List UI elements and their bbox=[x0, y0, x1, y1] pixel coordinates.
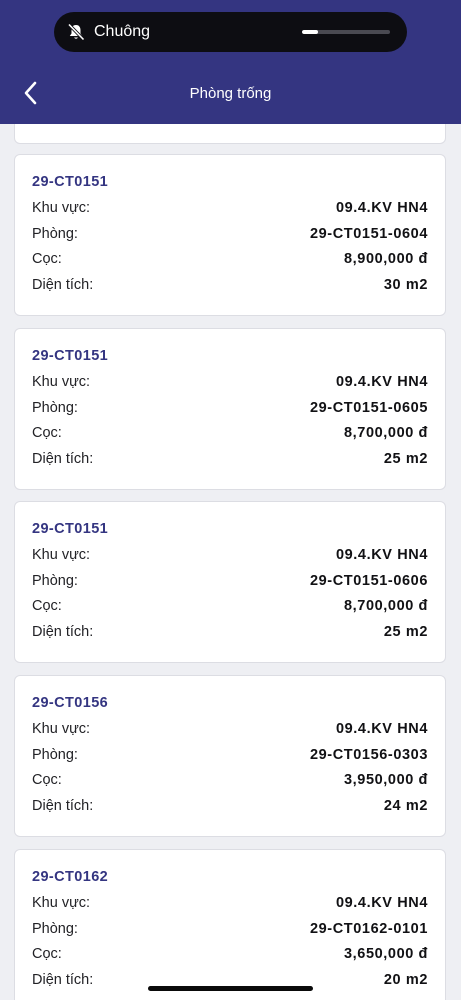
room-row: Phòng: 29-CT0151-0604 bbox=[32, 224, 428, 244]
room-card[interactable]: 29-CT0151 Khu vực: 09.4.KV HN4 Phòng: 29… bbox=[14, 501, 446, 663]
room-value: 29-CT0151-0604 bbox=[309, 226, 428, 242]
volume-bar bbox=[302, 30, 390, 34]
room-value: 29-CT0151-0605 bbox=[309, 400, 428, 416]
deposit-label: Cọc: bbox=[32, 425, 62, 441]
deposit-row: Cọc: 3,650,000 đ bbox=[32, 944, 428, 964]
size-label: Diện tích: bbox=[32, 451, 94, 467]
area-row: Khu vực: 09.4.KV HN4 bbox=[32, 372, 428, 392]
room-card[interactable]: 29-CT0156 Khu vực: 09.4.KV HN4 Phòng: 29… bbox=[14, 675, 446, 837]
deposit-label: Cọc: bbox=[32, 598, 62, 614]
room-label: Phòng: bbox=[32, 573, 78, 589]
size-label: Diện tích: bbox=[32, 798, 94, 814]
room-row: Phòng: 29-CT0156-0303 bbox=[32, 745, 428, 765]
deposit-value: 8,700,000 đ bbox=[344, 598, 428, 614]
area-label: Khu vực: bbox=[32, 374, 91, 390]
area-row: Khu vực: 09.4.KV HN4 bbox=[32, 545, 428, 565]
bell-slash-icon bbox=[67, 23, 85, 41]
area-value: 09.4.KV HN4 bbox=[335, 721, 428, 737]
deposit-value: 8,900,000 đ bbox=[344, 251, 428, 267]
deposit-row: Cọc: 8,700,000 đ bbox=[32, 596, 428, 616]
building-code: 29-CT0162 bbox=[32, 869, 109, 885]
home-indicator[interactable] bbox=[148, 986, 313, 991]
deposit-row: Cọc: 3,950,000 đ bbox=[32, 770, 428, 790]
area-row: Khu vực: 09.4.KV HN4 bbox=[32, 719, 428, 739]
deposit-value: 8,700,000 đ bbox=[344, 425, 428, 441]
room-label: Phòng: bbox=[32, 400, 78, 416]
size-value: 20 m2 bbox=[383, 972, 428, 988]
building-code: 29-CT0156 bbox=[32, 695, 109, 711]
deposit-label: Cọc: bbox=[32, 946, 62, 962]
room-card[interactable]: 29-CT0151 Khu vực: 09.4.KV HN4 Phòng: 29… bbox=[14, 328, 446, 490]
room-value: 29-CT0162-0101 bbox=[309, 921, 428, 937]
room-card[interactable]: 29-CT0162 Khu vực: 09.4.KV HN4 Phòng: 29… bbox=[14, 849, 446, 1000]
area-value: 09.4.KV HN4 bbox=[335, 200, 428, 216]
room-value: 29-CT0156-0303 bbox=[309, 747, 428, 763]
size-row: Diện tích: 25 m2 bbox=[32, 622, 428, 642]
room-label: Phòng: bbox=[32, 921, 78, 937]
size-value: 25 m2 bbox=[383, 451, 428, 467]
deposit-row: Cọc: 8,900,000 đ bbox=[32, 249, 428, 269]
area-row: Khu vực: 09.4.KV HN4 bbox=[32, 893, 428, 913]
deposit-label: Cọc: bbox=[32, 251, 62, 267]
size-label: Diện tích: bbox=[32, 972, 94, 988]
size-value: 30 m2 bbox=[383, 277, 428, 293]
size-value: 24 m2 bbox=[383, 798, 428, 814]
app-header: Chuông Phòng trống bbox=[0, 0, 461, 124]
building-code: 29-CT0151 bbox=[32, 348, 109, 364]
room-card[interactable]: 29-CT0151 Khu vực: 09.4.KV HN4 Phòng: 29… bbox=[14, 154, 446, 316]
page-title: Phòng trống bbox=[189, 85, 272, 102]
silent-mode-notification: Chuông bbox=[54, 12, 407, 52]
room-label: Phòng: bbox=[32, 747, 78, 763]
area-value: 09.4.KV HN4 bbox=[335, 895, 428, 911]
building-code: 29-CT0151 bbox=[32, 174, 109, 190]
size-value: 25 m2 bbox=[383, 624, 428, 640]
room-value: 29-CT0151-0606 bbox=[309, 573, 428, 589]
building-code: 29-CT0151 bbox=[32, 521, 109, 537]
area-label: Khu vực: bbox=[32, 895, 91, 911]
deposit-value: 3,950,000 đ bbox=[344, 772, 428, 788]
area-value: 09.4.KV HN4 bbox=[335, 374, 428, 390]
area-label: Khu vực: bbox=[32, 547, 91, 563]
volume-bar-fill bbox=[302, 30, 318, 34]
area-label: Khu vực: bbox=[32, 721, 91, 737]
size-label: Diện tích: bbox=[32, 277, 94, 293]
room-row: Phòng: 29-CT0151-0605 bbox=[32, 398, 428, 418]
size-row: Diện tích: 24 m2 bbox=[32, 796, 428, 816]
deposit-label: Cọc: bbox=[32, 772, 62, 788]
room-list[interactable]: 29-CT0151 Khu vực: 09.4.KV HN4 Phòng: 29… bbox=[0, 124, 461, 1000]
room-row: Phòng: 29-CT0162-0101 bbox=[32, 919, 428, 939]
silent-mode-label: Chuông bbox=[94, 23, 151, 40]
room-card-partial[interactable] bbox=[14, 124, 446, 144]
deposit-row: Cọc: 8,700,000 đ bbox=[32, 423, 428, 443]
deposit-value: 3,650,000 đ bbox=[344, 946, 428, 962]
area-row: Khu vực: 09.4.KV HN4 bbox=[32, 198, 428, 218]
size-label: Diện tích: bbox=[32, 624, 94, 640]
area-label: Khu vực: bbox=[32, 200, 91, 216]
area-value: 09.4.KV HN4 bbox=[335, 547, 428, 563]
size-row: Diện tích: 25 m2 bbox=[32, 449, 428, 469]
size-row: Diện tích: 30 m2 bbox=[32, 275, 428, 295]
room-label: Phòng: bbox=[32, 226, 78, 242]
room-row: Phòng: 29-CT0151-0606 bbox=[32, 571, 428, 591]
